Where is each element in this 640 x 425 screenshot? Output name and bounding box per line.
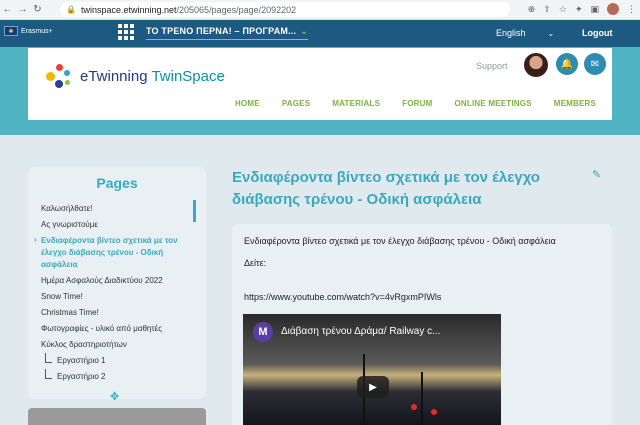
page-content: Ενδιαφέροντα βίντεο σχετικά με τον έλεγχ… [232,224,612,425]
sidebar-bottom-panel [28,408,206,425]
pages-list: Καλωσήλθατε! Ας γνωριστούμε Ενδιαφέροντα… [34,201,196,385]
logo-twinning: Twinning [88,67,148,85]
nav-materials[interactable]: MATERIALS [332,99,380,113]
header: eTwinning TwinSpace Support 🔔 ✉ HOME PAG… [28,48,612,120]
messages-envelope-icon[interactable]: ✉ [584,53,606,75]
page-subitem[interactable]: Εργαστήριο 2 [41,369,196,385]
extensions-icon[interactable]: ✦ [575,4,583,15]
erasmus-logo: ✱ Erasmus+ [4,26,53,36]
edit-pencil-icon[interactable]: ✎ [592,168,601,181]
video-title[interactable]: Διάβαση τρένου Δράμα/ Railway c... [281,326,440,337]
share-icon[interactable]: ⇧ [543,4,551,15]
url-path: /205065/pages/page/2092202 [176,4,297,15]
nav-online-meetings[interactable]: ONLINE MEETINGS [454,99,531,113]
logo-twinspace: TwinSpace [147,67,225,85]
logout-button[interactable]: Logout [582,28,613,38]
apps-grid-icon[interactable] [118,24,134,40]
logo-mark-icon [42,58,78,94]
forward-icon[interactable]: → [15,4,30,15]
page-item-active[interactable]: Ενδιαφέροντα βίντεο σχετικά με τον έλεγχ… [34,233,196,273]
sidebar-scrollbar[interactable] [193,200,196,222]
content-text: Δείτε: [244,258,267,268]
profile-avatar[interactable] [607,3,619,15]
nav-home[interactable]: HOME [235,99,260,113]
play-button[interactable]: ▶ [357,376,389,398]
zoom-icon[interactable]: ⊕ [528,4,536,15]
signal-light [411,404,417,410]
url-host: twinspace.etwinning.net [80,4,177,15]
notifications-bell-icon[interactable]: 🔔 [556,53,578,75]
youtube-embed[interactable]: M Διάβαση τρένου Δράμα/ Railway c... ▶ [243,314,501,425]
reload-icon[interactable]: ↻ [30,4,45,15]
sidebar-icon[interactable]: ▣ [590,4,599,15]
main-nav: HOME PAGES MATERIALS FORUM ONLINE MEETIN… [28,99,612,113]
move-handle-icon[interactable]: ✥ [110,390,119,403]
language-label: English [496,28,526,38]
etwinning-logo[interactable]: eTwinning TwinSpace [42,58,225,94]
bookmark-star-icon[interactable]: ☆ [559,4,567,15]
page-item[interactable]: Christmas Time! [41,305,196,321]
back-icon[interactable]: ← [0,4,15,15]
channel-avatar[interactable]: M [253,322,273,342]
signal-pole [421,372,423,425]
signal-light [431,409,437,415]
project-title: ΤΟ ΤΡΕΝΟ ΠΕΡΝΑ! – ΠΡΟΓΡΑΜ... [146,26,297,36]
erasmus-label: Erasmus+ [21,27,53,35]
page-title: Ενδιαφέροντα βίντεο σχετικά με τον έλεγχ… [232,169,540,208]
page-item[interactable]: Ας γνωριστούμε [41,217,196,233]
page-item[interactable]: Snow Time! [41,289,196,305]
user-avatar[interactable] [524,53,548,77]
chevron-down-icon: ⌄ [300,26,308,36]
project-selector[interactable]: ΤΟ ΤΡΕΝΟ ΠΕΡΝΑ! – ΠΡΟΓΡΑΜ... ⌄ [146,26,308,40]
page-item[interactable]: Καλωσήλθατε! [41,201,196,217]
top-bar: ✱ Erasmus+ ΤΟ ΤΡΕΝΟ ΠΕΡΝΑ! – ΠΡΟΓΡΑΜ... ⌄… [0,20,640,47]
page-item[interactable]: Κύκλος δραστηριοτήτων [41,337,196,353]
page-subitem[interactable]: Εργαστήριο 1 [41,353,196,369]
nav-pages[interactable]: PAGES [282,99,310,113]
browser-toolbar: ← → ↻ 🔒 twinspace.etwinning.net/205065/p… [0,0,640,20]
content-text: Ενδιαφέροντα βίντεο σχετικά με τον έλεγχ… [244,236,556,246]
video-link[interactable]: https://www.youtube.com/watch?v=4vRgxmPI… [244,292,441,302]
pages-sidebar: Pages Καλωσήλθατε! Ας γνωριστούμε Ενδιαφ… [28,167,206,399]
address-bar[interactable]: 🔒 twinspace.etwinning.net/205065/pages/p… [60,2,510,17]
lock-icon: 🔒 [66,5,76,14]
chevron-down-icon: ⌄ [547,29,555,38]
nav-members[interactable]: MEMBERS [554,99,596,113]
page-item[interactable]: Ημέρα Ασφαλούς Διαδικτύου 2022 [41,273,196,289]
menu-kebab-icon[interactable]: ⋮ [627,4,636,15]
nav-forum[interactable]: FORUM [402,99,432,113]
page-item[interactable]: Φωτογραφίες - υλικό από μαθητές [41,321,196,337]
language-selector[interactable]: English ⌄ [496,28,554,38]
eu-flag-icon: ✱ [4,26,18,36]
support-link[interactable]: Support [476,61,508,71]
sidebar-title: Pages [96,175,138,191]
